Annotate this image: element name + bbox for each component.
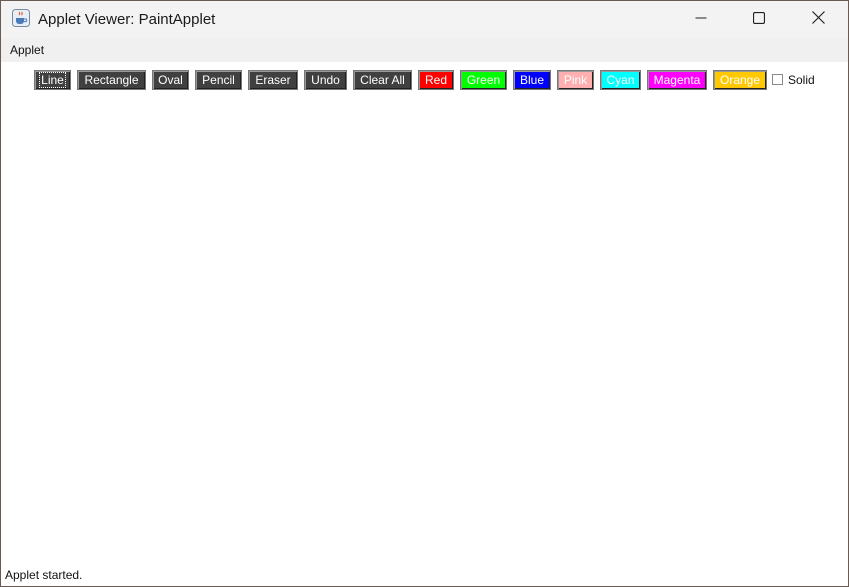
orange-color-button[interactable]: Orange <box>713 70 767 90</box>
status-bar-text: Applet started. <box>5 568 83 582</box>
minimize-icon <box>695 11 707 29</box>
rectangle-button[interactable]: Rectangle <box>77 70 146 90</box>
clear-all-button[interactable]: Clear All <box>353 70 412 90</box>
oval-button-label: Oval <box>158 73 183 87</box>
red-color-button[interactable]: Red <box>418 70 454 90</box>
drawing-canvas[interactable] <box>1 96 848 566</box>
magenta-color-button[interactable]: Magenta <box>647 70 707 90</box>
oval-button[interactable]: Oval <box>152 70 189 90</box>
maximize-icon <box>752 11 766 29</box>
maximize-button[interactable] <box>730 1 788 38</box>
cyan-color-button[interactable]: Cyan <box>600 70 641 90</box>
undo-button[interactable]: Undo <box>304 70 347 90</box>
menu-bar: Applet <box>1 38 848 62</box>
rectangle-button-label: Rectangle <box>84 73 139 87</box>
menu-applet[interactable]: Applet <box>10 43 44 57</box>
green-color-button[interactable]: Green <box>460 70 507 90</box>
close-icon <box>811 10 825 29</box>
minimize-button[interactable] <box>672 1 730 38</box>
window-title: Applet Viewer: PaintApplet <box>38 11 216 28</box>
clear-all-button-label: Clear All <box>360 73 405 87</box>
applet-viewer-window: Applet Viewer: PaintApplet Applet Line R… <box>0 0 849 587</box>
green-color-label: Green <box>466 73 501 87</box>
pink-color-button[interactable]: Pink <box>557 70 594 90</box>
eraser-button[interactable]: Eraser <box>248 70 298 90</box>
magenta-color-label: Magenta <box>653 73 701 87</box>
line-button-label: Line <box>39 72 66 88</box>
pink-color-label: Pink <box>563 73 588 87</box>
pencil-button[interactable]: Pencil <box>195 70 242 90</box>
toolbar: Line Rectangle Oval Pencil Eraser Undo C… <box>1 68 848 94</box>
line-button[interactable]: Line <box>34 70 71 90</box>
blue-color-label: Blue <box>519 73 545 87</box>
title-bar[interactable]: Applet Viewer: PaintApplet <box>1 1 848 38</box>
pencil-button-label: Pencil <box>202 73 235 87</box>
red-color-label: Red <box>424 73 447 87</box>
solid-checkbox-label[interactable]: Solid <box>788 73 815 87</box>
cyan-color-label: Cyan <box>606 73 635 87</box>
blue-color-button[interactable]: Blue <box>513 70 551 90</box>
java-cup-icon <box>12 9 30 27</box>
close-button[interactable] <box>789 1 847 38</box>
undo-button-label: Undo <box>311 73 340 87</box>
solid-checkbox[interactable] <box>772 74 783 85</box>
orange-color-label: Orange <box>719 73 761 87</box>
eraser-button-label: Eraser <box>255 73 291 87</box>
